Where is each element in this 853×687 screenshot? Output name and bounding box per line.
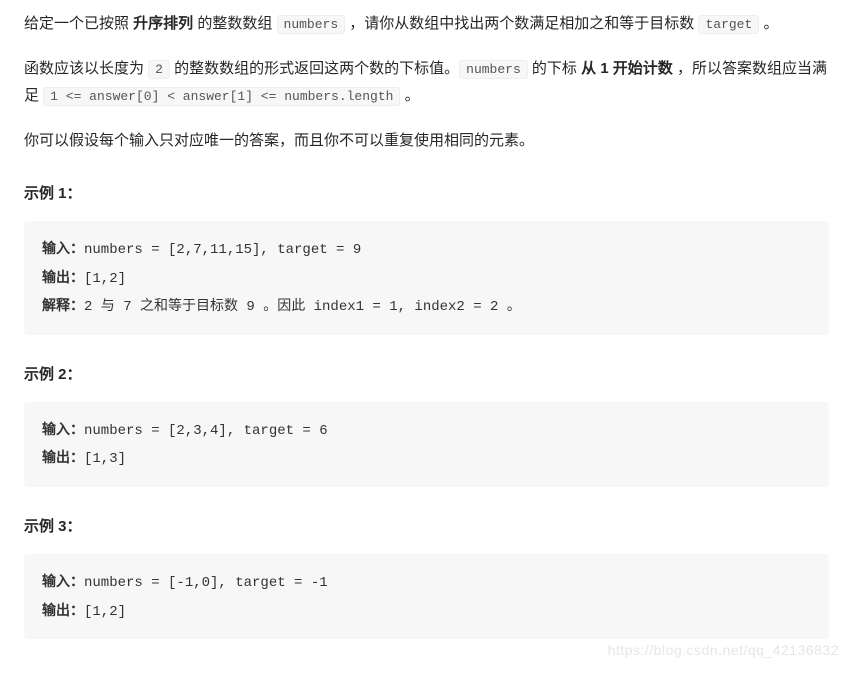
- code-target: target: [698, 15, 759, 34]
- text: ，请你从数组中找出两个数满足相加之和等于目标数: [345, 15, 698, 32]
- bold-one-indexed: 从 1 开始计数: [581, 60, 673, 77]
- intro-paragraph-1: 给定一个已按照 升序排列 的整数数组 numbers ，请你从数组中找出两个数满…: [24, 10, 829, 37]
- example-1-title: 示例 1：: [24, 180, 829, 207]
- example-2-title: 示例 2：: [24, 361, 829, 388]
- explain-label: 解释：: [42, 297, 84, 313]
- text: 的整数数组: [197, 15, 276, 32]
- output-label: 输出：: [42, 602, 84, 618]
- intro-paragraph-3: 你可以假设每个输入只对应唯一的答案，而且你不可以重复使用相同的元素。: [24, 127, 829, 154]
- example-3-output: [1,2]: [84, 604, 126, 620]
- text: 的整数数组的形式返回这两个数的下标值。: [170, 60, 459, 77]
- text: 的下标: [528, 60, 581, 77]
- input-label: 输入：: [42, 421, 84, 437]
- example-3-title: 示例 3：: [24, 513, 829, 540]
- example-2-block: 输入：numbers = [2,3,4], target = 6 输出：[1,3…: [24, 402, 829, 487]
- text: 函数应该以长度为: [24, 60, 148, 77]
- intro-paragraph-2: 函数应该以长度为 2 的整数数组的形式返回这两个数的下标值。numbers 的下…: [24, 55, 829, 109]
- example-3-block: 输入：numbers = [-1,0], target = -1 输出：[1,2…: [24, 554, 829, 639]
- problem-description: 给定一个已按照 升序排列 的整数数组 numbers ，请你从数组中找出两个数满…: [0, 0, 853, 667]
- example-2-input: numbers = [2,3,4], target = 6: [84, 423, 328, 439]
- example-2-output: [1,3]: [84, 451, 126, 467]
- text: 。: [400, 87, 419, 104]
- example-1-output: [1,2]: [84, 271, 126, 287]
- text: 给定一个已按照: [24, 15, 133, 32]
- example-1-input: numbers = [2,7,11,15], target = 9: [84, 242, 361, 258]
- example-3-input: numbers = [-1,0], target = -1: [84, 575, 328, 591]
- input-label: 输入：: [42, 573, 84, 589]
- input-label: 输入：: [42, 240, 84, 256]
- watermark: https://blog.csdn.net/qq_42136832: [608, 638, 839, 663]
- bold-sorted: 升序排列: [133, 15, 197, 32]
- output-label: 输出：: [42, 269, 84, 285]
- code-two: 2: [148, 60, 170, 79]
- output-label: 输出：: [42, 449, 84, 465]
- example-1-explain: 2 与 7 之和等于目标数 9 。因此 index1 = 1, index2 =…: [84, 299, 521, 315]
- code-constraint: 1 <= answer[0] < answer[1] <= numbers.le…: [43, 87, 400, 106]
- code-numbers: numbers: [277, 15, 346, 34]
- text: 。: [759, 15, 778, 32]
- code-numbers: numbers: [459, 60, 528, 79]
- example-1-block: 输入：numbers = [2,7,11,15], target = 9 输出：…: [24, 221, 829, 335]
